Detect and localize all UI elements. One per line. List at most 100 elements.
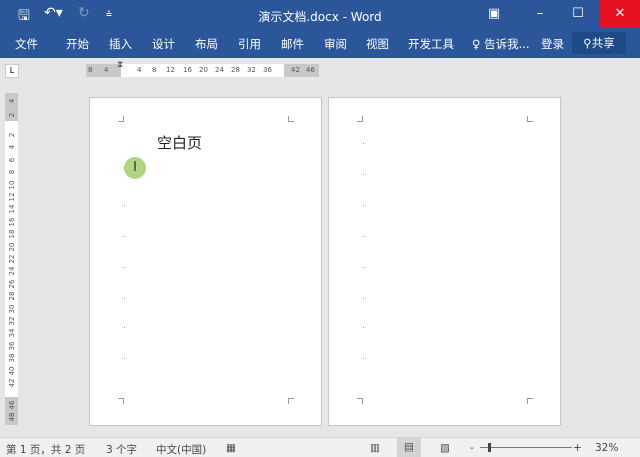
tab-design[interactable]: 设计 xyxy=(152,36,175,52)
margin-mark xyxy=(288,398,294,404)
ruler-tick: 46 xyxy=(306,66,315,74)
close-button[interactable]: ✕ xyxy=(600,0,640,28)
maximize-button[interactable]: ☐ xyxy=(558,0,598,28)
ruler-tick: 32 xyxy=(247,66,256,74)
ruler-tick: 24 xyxy=(215,66,224,74)
zoom-slider[interactable] xyxy=(480,447,572,448)
paragraph-mark xyxy=(124,358,125,359)
word-count[interactable]: 3 个字 xyxy=(106,442,137,457)
ruler-tick: 8 xyxy=(152,66,157,74)
ruler-tick: 32 xyxy=(8,316,16,326)
ruler-tick: 38 xyxy=(8,353,16,363)
ruler-tick: 2 xyxy=(8,132,16,138)
margin-mark xyxy=(527,398,533,404)
ruler-tick: 8 xyxy=(88,66,93,74)
ruler-tick: 28 xyxy=(8,291,16,301)
sign-in-link[interactable]: 登录 xyxy=(541,36,564,52)
ruler-tick: 2 xyxy=(8,112,16,118)
ruler-tick: 18 xyxy=(8,229,16,239)
ruler-tick: 20 xyxy=(8,242,16,252)
paragraph-mark xyxy=(363,174,364,175)
margin-mark xyxy=(527,116,533,122)
ruler-tick: 10 xyxy=(8,180,16,190)
print-layout-icon[interactable]: ▤ xyxy=(397,438,421,457)
ruler-tick: 46 xyxy=(8,400,16,410)
tell-me-search[interactable]: ♀ 告诉我... xyxy=(472,36,530,52)
document-text[interactable]: 空白页 xyxy=(157,132,202,153)
ruler-tick: 12 xyxy=(8,192,16,202)
ruler-tick: 36 xyxy=(263,66,272,74)
share-button[interactable]: ⚲共享 xyxy=(572,32,626,54)
paragraph-mark xyxy=(363,358,364,359)
paragraph-mark xyxy=(363,205,364,206)
zoom-level[interactable]: 32% xyxy=(595,442,618,454)
ruler-tick: 36 xyxy=(8,341,16,351)
paragraph-mark xyxy=(124,298,125,299)
ruler-tick: 16 xyxy=(8,217,16,227)
ribbon-tabs: 文件 开始 插入 设计 布局 引用 邮件 审阅 视图 开发工具 ♀ 告诉我...… xyxy=(0,30,640,58)
ruler-tick: 48 xyxy=(8,412,16,422)
web-layout-icon[interactable]: ▧ xyxy=(440,442,450,454)
ruler-tick: 12 xyxy=(166,66,175,74)
tab-file[interactable]: 文件 xyxy=(15,36,38,52)
paragraph-mark xyxy=(363,143,364,144)
ruler-tick: 28 xyxy=(231,66,240,74)
ruler-tick: 42 xyxy=(8,378,16,388)
indent-marker[interactable]: ⧗ xyxy=(117,60,123,70)
paragraph-mark xyxy=(363,298,364,299)
ruler-tick: 42 xyxy=(291,66,300,74)
paragraph-mark xyxy=(363,236,364,237)
status-bar: 第 1 页，共 2 页 3 个字 中文(中国) ▦ ▥ ▤ ▧ - + 32% xyxy=(0,437,640,457)
ruler-tick: 26 xyxy=(8,279,16,289)
language-indicator[interactable]: 中文(中国) xyxy=(156,442,206,457)
macro-record-icon[interactable]: ▦ xyxy=(226,442,236,454)
ruler-tick: 4 xyxy=(8,145,16,150)
ruler-tick: 16 xyxy=(183,66,192,74)
vertical-ruler[interactable]: 2 4 2 4 6 8 10 12 14 16 18 20 22 24 26 28 30 32 34 36 38 40 42… xyxy=(5,93,18,425)
margin-mark xyxy=(288,116,294,122)
ruler-tick: 4 xyxy=(8,98,16,104)
ruler-tick: 20 xyxy=(199,66,208,74)
tab-layout[interactable]: 布局 xyxy=(195,36,218,52)
ruler-tick: 22 xyxy=(8,254,16,264)
ruler-tick: 34 xyxy=(8,328,16,338)
ruler-tick: 40 xyxy=(8,366,16,376)
page-2[interactable] xyxy=(328,97,561,426)
tell-me-label: 告诉我... xyxy=(484,37,530,51)
page-count[interactable]: 第 1 页，共 2 页 xyxy=(6,442,85,457)
tab-home[interactable]: 开始 xyxy=(66,36,89,52)
zoom-out-button[interactable]: - xyxy=(470,442,474,454)
ribbon-display-icon[interactable]: ▣ xyxy=(474,0,514,28)
margin-mark xyxy=(118,116,124,122)
ruler-tick: 4 xyxy=(104,66,109,74)
person-icon: ⚲ xyxy=(583,36,592,50)
ruler-tick: 24 xyxy=(8,266,16,276)
tab-review[interactable]: 审阅 xyxy=(324,36,347,52)
ruler-tick: 30 xyxy=(8,304,16,314)
paragraph-mark xyxy=(363,267,364,268)
tab-mailings[interactable]: 邮件 xyxy=(281,36,304,52)
ruler-tick: 6 xyxy=(8,157,16,163)
lightbulb-icon: ♀ xyxy=(472,37,481,51)
margin-mark xyxy=(118,398,124,404)
share-label: 共享 xyxy=(591,36,615,50)
margin-mark xyxy=(357,116,363,122)
horizontal-ruler[interactable]: 8 4 4 8 12 16 20 24 28 32 36 42 46 ⧗ xyxy=(86,60,319,77)
tab-insert[interactable]: 插入 xyxy=(109,36,132,52)
minimize-button[interactable]: – xyxy=(520,0,560,28)
zoom-in-button[interactable]: + xyxy=(573,442,582,454)
title-bar: 🖫 ↶▾ ↻ ⩮ 演示文档.docx - Word ▣ – ☐ ✕ xyxy=(0,0,640,30)
zoom-slider-thumb[interactable] xyxy=(488,443,491,452)
tab-selector[interactable]: L xyxy=(5,64,19,78)
paragraph-mark xyxy=(124,267,125,268)
ruler-tick: 14 xyxy=(8,204,16,214)
tab-references[interactable]: 引用 xyxy=(238,36,261,52)
tab-view[interactable]: 视图 xyxy=(366,36,389,52)
ruler-tick: 4 xyxy=(137,66,142,74)
tab-developer[interactable]: 开发工具 xyxy=(408,36,454,52)
paragraph-mark xyxy=(124,236,125,237)
read-mode-icon[interactable]: ▥ xyxy=(370,442,380,454)
page-1[interactable]: 空白页 I xyxy=(89,97,322,426)
paragraph-mark xyxy=(124,327,125,328)
ruler-tick: 8 xyxy=(8,169,16,175)
